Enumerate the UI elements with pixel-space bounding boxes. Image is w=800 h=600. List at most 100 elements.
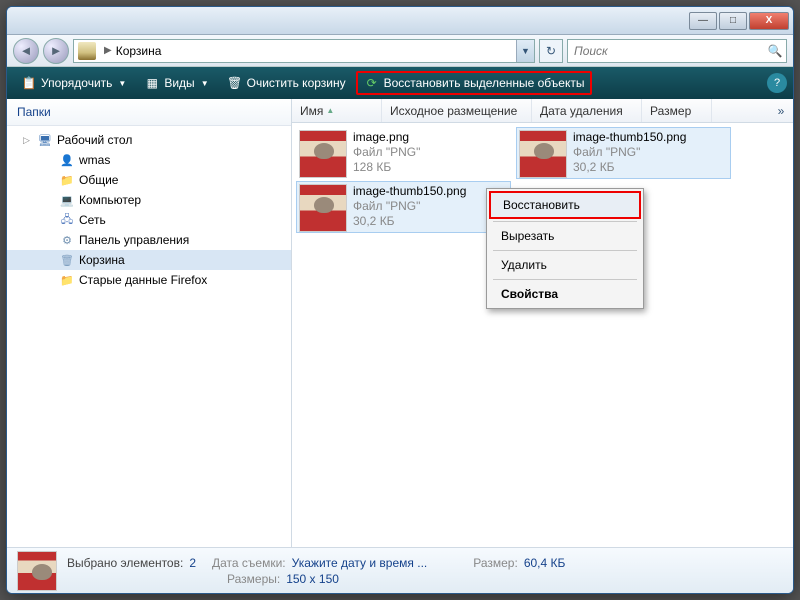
window-buttons: — □ X	[689, 12, 789, 30]
file-item[interactable]: image-thumb150.pngФайл "PNG"30,2 КБ	[296, 181, 511, 233]
size-label: Размер:	[473, 556, 518, 570]
titlebar: — □ X	[7, 7, 793, 35]
date-value[interactable]: Укажите дату и время ...	[292, 556, 428, 570]
file-size: 128 КБ	[353, 160, 420, 175]
file-info: image-thumb150.pngФайл "PNG"30,2 КБ	[573, 130, 686, 176]
body: Папки ▷ 🖥 Рабочий стол 👤 wmas 📁 Общие 💻 Компьюте…	[7, 99, 793, 547]
chevron-down-icon: ▼	[118, 79, 126, 88]
context-menu: Восстановить Вырезать Удалить Свойства	[486, 188, 644, 309]
sidebar-item[interactable]: 🖧 Сеть	[7, 210, 291, 230]
size-value: 60,4 КБ	[524, 556, 566, 570]
sidebar-item[interactable]: 📁 Общие	[7, 170, 291, 190]
folder-icon: 🖧	[59, 212, 75, 228]
folder-tree: ▷ 🖥 Рабочий стол 👤 wmas 📁 Общие 💻 Компьютер 🖧 Сеть…	[7, 126, 291, 547]
file-type: Файл "PNG"	[353, 145, 420, 160]
empty-bin-button[interactable]: 🗑 Очистить корзину	[219, 72, 354, 94]
file-size: 30,2 КБ	[353, 214, 466, 229]
dims-value: 150 x 150	[286, 572, 339, 586]
file-type: Файл "PNG"	[353, 199, 466, 214]
file-thumbnail	[299, 184, 347, 232]
ctx-separator	[493, 279, 637, 280]
close-button[interactable]: X	[749, 12, 789, 30]
sidebar-item[interactable]: 📁 Старые данные Firefox	[7, 270, 291, 290]
minimize-button[interactable]: —	[689, 12, 717, 30]
col-deleted[interactable]: Дата удаления	[532, 99, 642, 122]
ctx-restore[interactable]: Восстановить	[489, 191, 641, 219]
folder-icon: ⚙	[59, 232, 75, 248]
ctx-delete[interactable]: Удалить	[489, 253, 641, 277]
folder-icon: 📁	[59, 172, 75, 188]
col-size[interactable]: Размер	[642, 99, 712, 122]
nav-pane: Папки ▷ 🖥 Рабочий стол 👤 wmas 📁 Общие 💻 Компьюте…	[7, 99, 292, 547]
sidebar-item-label: Старые данные Firefox	[79, 273, 207, 287]
file-thumbnail	[299, 130, 347, 178]
folder-icon: 👤	[59, 152, 75, 168]
sidebar-item-label: Корзина	[79, 253, 125, 267]
folder-icon: 🖥	[37, 132, 53, 148]
restore-icon: ⟳	[364, 75, 380, 91]
address-bar[interactable]: ▶ Корзина ▼	[73, 39, 535, 63]
sidebar-item-label: Панель управления	[79, 233, 189, 247]
views-button[interactable]: ▦ Виды ▼	[136, 72, 216, 94]
back-button[interactable]: ◄	[13, 38, 39, 64]
col-name[interactable]: Имя ▲	[292, 99, 382, 122]
more-columns-button[interactable]: »	[769, 104, 793, 118]
col-origin[interactable]: Исходное размещение	[382, 99, 532, 122]
sidebar-item-label: Общие	[79, 173, 118, 187]
file-name: image-thumb150.png	[573, 130, 686, 145]
content-pane: Имя ▲ Исходное размещение Дата удаления …	[292, 99, 793, 547]
file-list[interactable]: image.pngФайл "PNG"128 КБ image-thumb150.…	[292, 123, 793, 547]
folders-header: Папки	[7, 99, 291, 126]
ctx-properties[interactable]: Свойства	[489, 282, 641, 306]
sidebar-item-label: Рабочий стол	[57, 133, 132, 147]
address-dropdown-button[interactable]: ▼	[516, 40, 534, 62]
sidebar-item-label: Сеть	[79, 213, 106, 227]
address-text: Корзина	[116, 44, 516, 58]
search-input[interactable]	[568, 44, 764, 58]
trash-icon: 🗑	[227, 75, 243, 91]
organize-button[interactable]: 📋 Упорядочить ▼	[13, 72, 134, 94]
column-headers: Имя ▲ Исходное размещение Дата удаления …	[292, 99, 793, 123]
chevron-down-icon: ▼	[201, 79, 209, 88]
forward-button[interactable]: ►	[43, 38, 69, 64]
file-name: image-thumb150.png	[353, 184, 466, 199]
sidebar-item-label: Компьютер	[79, 193, 141, 207]
command-bar: 📋 Упорядочить ▼ ▦ Виды ▼ 🗑 Очистить корз…	[7, 67, 793, 99]
file-type: Файл "PNG"	[573, 145, 686, 160]
sidebar-item[interactable]: 👤 wmas	[7, 150, 291, 170]
sidebar-item[interactable]: ▷ 🖥 Рабочий стол	[7, 130, 291, 150]
sidebar-item[interactable]: 🗑 Корзина	[7, 250, 291, 270]
maximize-button[interactable]: □	[719, 12, 747, 30]
restore-selected-button[interactable]: ⟳ Восстановить выделенные объекты	[356, 71, 593, 95]
views-icon: ▦	[144, 75, 160, 91]
ctx-separator	[493, 221, 637, 222]
help-button[interactable]: ?	[767, 73, 787, 93]
refresh-button[interactable]: ↻	[539, 39, 563, 63]
ctx-cut[interactable]: Вырезать	[489, 224, 641, 248]
restore-selected-label: Восстановить выделенные объекты	[384, 76, 585, 90]
search-box[interactable]: 🔍	[567, 39, 787, 63]
folder-icon: 💻	[59, 192, 75, 208]
sidebar-item[interactable]: 💻 Компьютер	[7, 190, 291, 210]
empty-bin-label: Очистить корзину	[247, 76, 346, 90]
recycle-bin-icon	[78, 42, 96, 60]
expand-icon[interactable]: ▷	[23, 135, 33, 146]
status-bar: Выбрано элементов: 2 Дата съемки: Укажит…	[7, 547, 793, 593]
nav-bar: ◄ ► ▶ Корзина ▼ ↻ 🔍	[7, 35, 793, 67]
status-info: Выбрано элементов: 2 Дата съемки: Укажит…	[67, 556, 565, 586]
search-icon[interactable]: 🔍	[764, 44, 786, 58]
file-info: image-thumb150.pngФайл "PNG"30,2 КБ	[353, 184, 466, 230]
folder-icon: 📁	[59, 272, 75, 288]
sidebar-item[interactable]: ⚙ Панель управления	[7, 230, 291, 250]
sidebar-item-label: wmas	[79, 153, 110, 167]
sort-asc-icon: ▲	[326, 106, 334, 115]
explorer-window: — □ X ◄ ► ▶ Корзина ▼ ↻ 🔍 📋 Упорядочить …	[6, 6, 794, 594]
col-name-label: Имя	[300, 104, 323, 118]
views-label: Виды	[164, 76, 194, 90]
file-thumbnail	[519, 130, 567, 178]
file-item[interactable]: image-thumb150.pngФайл "PNG"30,2 КБ	[516, 127, 731, 179]
file-item[interactable]: image.pngФайл "PNG"128 КБ	[296, 127, 511, 179]
dims-label: Размеры:	[227, 572, 280, 586]
folder-icon: 🗑	[59, 252, 75, 268]
organize-icon: 📋	[21, 75, 37, 91]
